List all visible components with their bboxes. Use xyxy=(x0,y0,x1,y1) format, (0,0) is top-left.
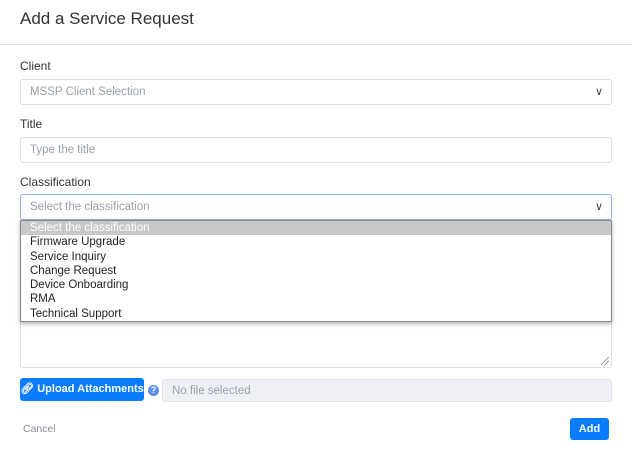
chevron-down-icon: ∨ xyxy=(594,86,603,98)
option-firmware-upgrade[interactable]: Firmware Upgrade xyxy=(21,235,611,249)
title-label: Title xyxy=(20,117,43,131)
option-device-onboarding[interactable]: Device Onboarding xyxy=(21,278,611,292)
option-change-request[interactable]: Change Request xyxy=(21,264,611,278)
resize-handle-icon[interactable] xyxy=(601,357,609,365)
paperclip-icon: 🔗︎ xyxy=(20,383,35,395)
client-select[interactable]: MSSP Client Selection ∨ xyxy=(20,79,612,105)
title-input-placeholder: Type the title xyxy=(30,144,96,156)
file-input[interactable]: No file selected xyxy=(162,379,612,402)
classification-label: Classification xyxy=(20,175,91,189)
classification-select-value: Select the classification xyxy=(30,201,150,213)
chevron-down-icon: ∨ xyxy=(594,201,603,213)
add-button[interactable]: Add xyxy=(570,418,609,440)
option-technical-support[interactable]: Technical Support xyxy=(21,307,611,321)
cancel-button[interactable]: Cancel xyxy=(23,423,56,435)
title-input[interactable]: Type the title xyxy=(20,137,612,163)
classification-select[interactable]: Select the classification ∨ xyxy=(20,194,612,220)
option-service-inquiry[interactable]: Service Inquiry xyxy=(21,250,611,264)
upload-attachments-label: Upload Attachments xyxy=(37,383,144,395)
option-select-the-classification[interactable]: Select the classification xyxy=(21,221,611,236)
upload-attachments-button[interactable]: 🔗︎ Upload Attachments xyxy=(20,378,144,401)
client-select-value: MSSP Client Selection xyxy=(30,86,146,98)
help-icon[interactable]: ? xyxy=(148,385,159,396)
option-rma[interactable]: RMA xyxy=(21,292,611,306)
file-status: No file selected xyxy=(172,385,251,397)
divider xyxy=(0,44,632,45)
classification-dropdown: Select the classification Firmware Upgra… xyxy=(20,220,612,322)
dialog-title: Add a Service Request xyxy=(20,9,194,28)
client-label: Client xyxy=(20,59,51,73)
